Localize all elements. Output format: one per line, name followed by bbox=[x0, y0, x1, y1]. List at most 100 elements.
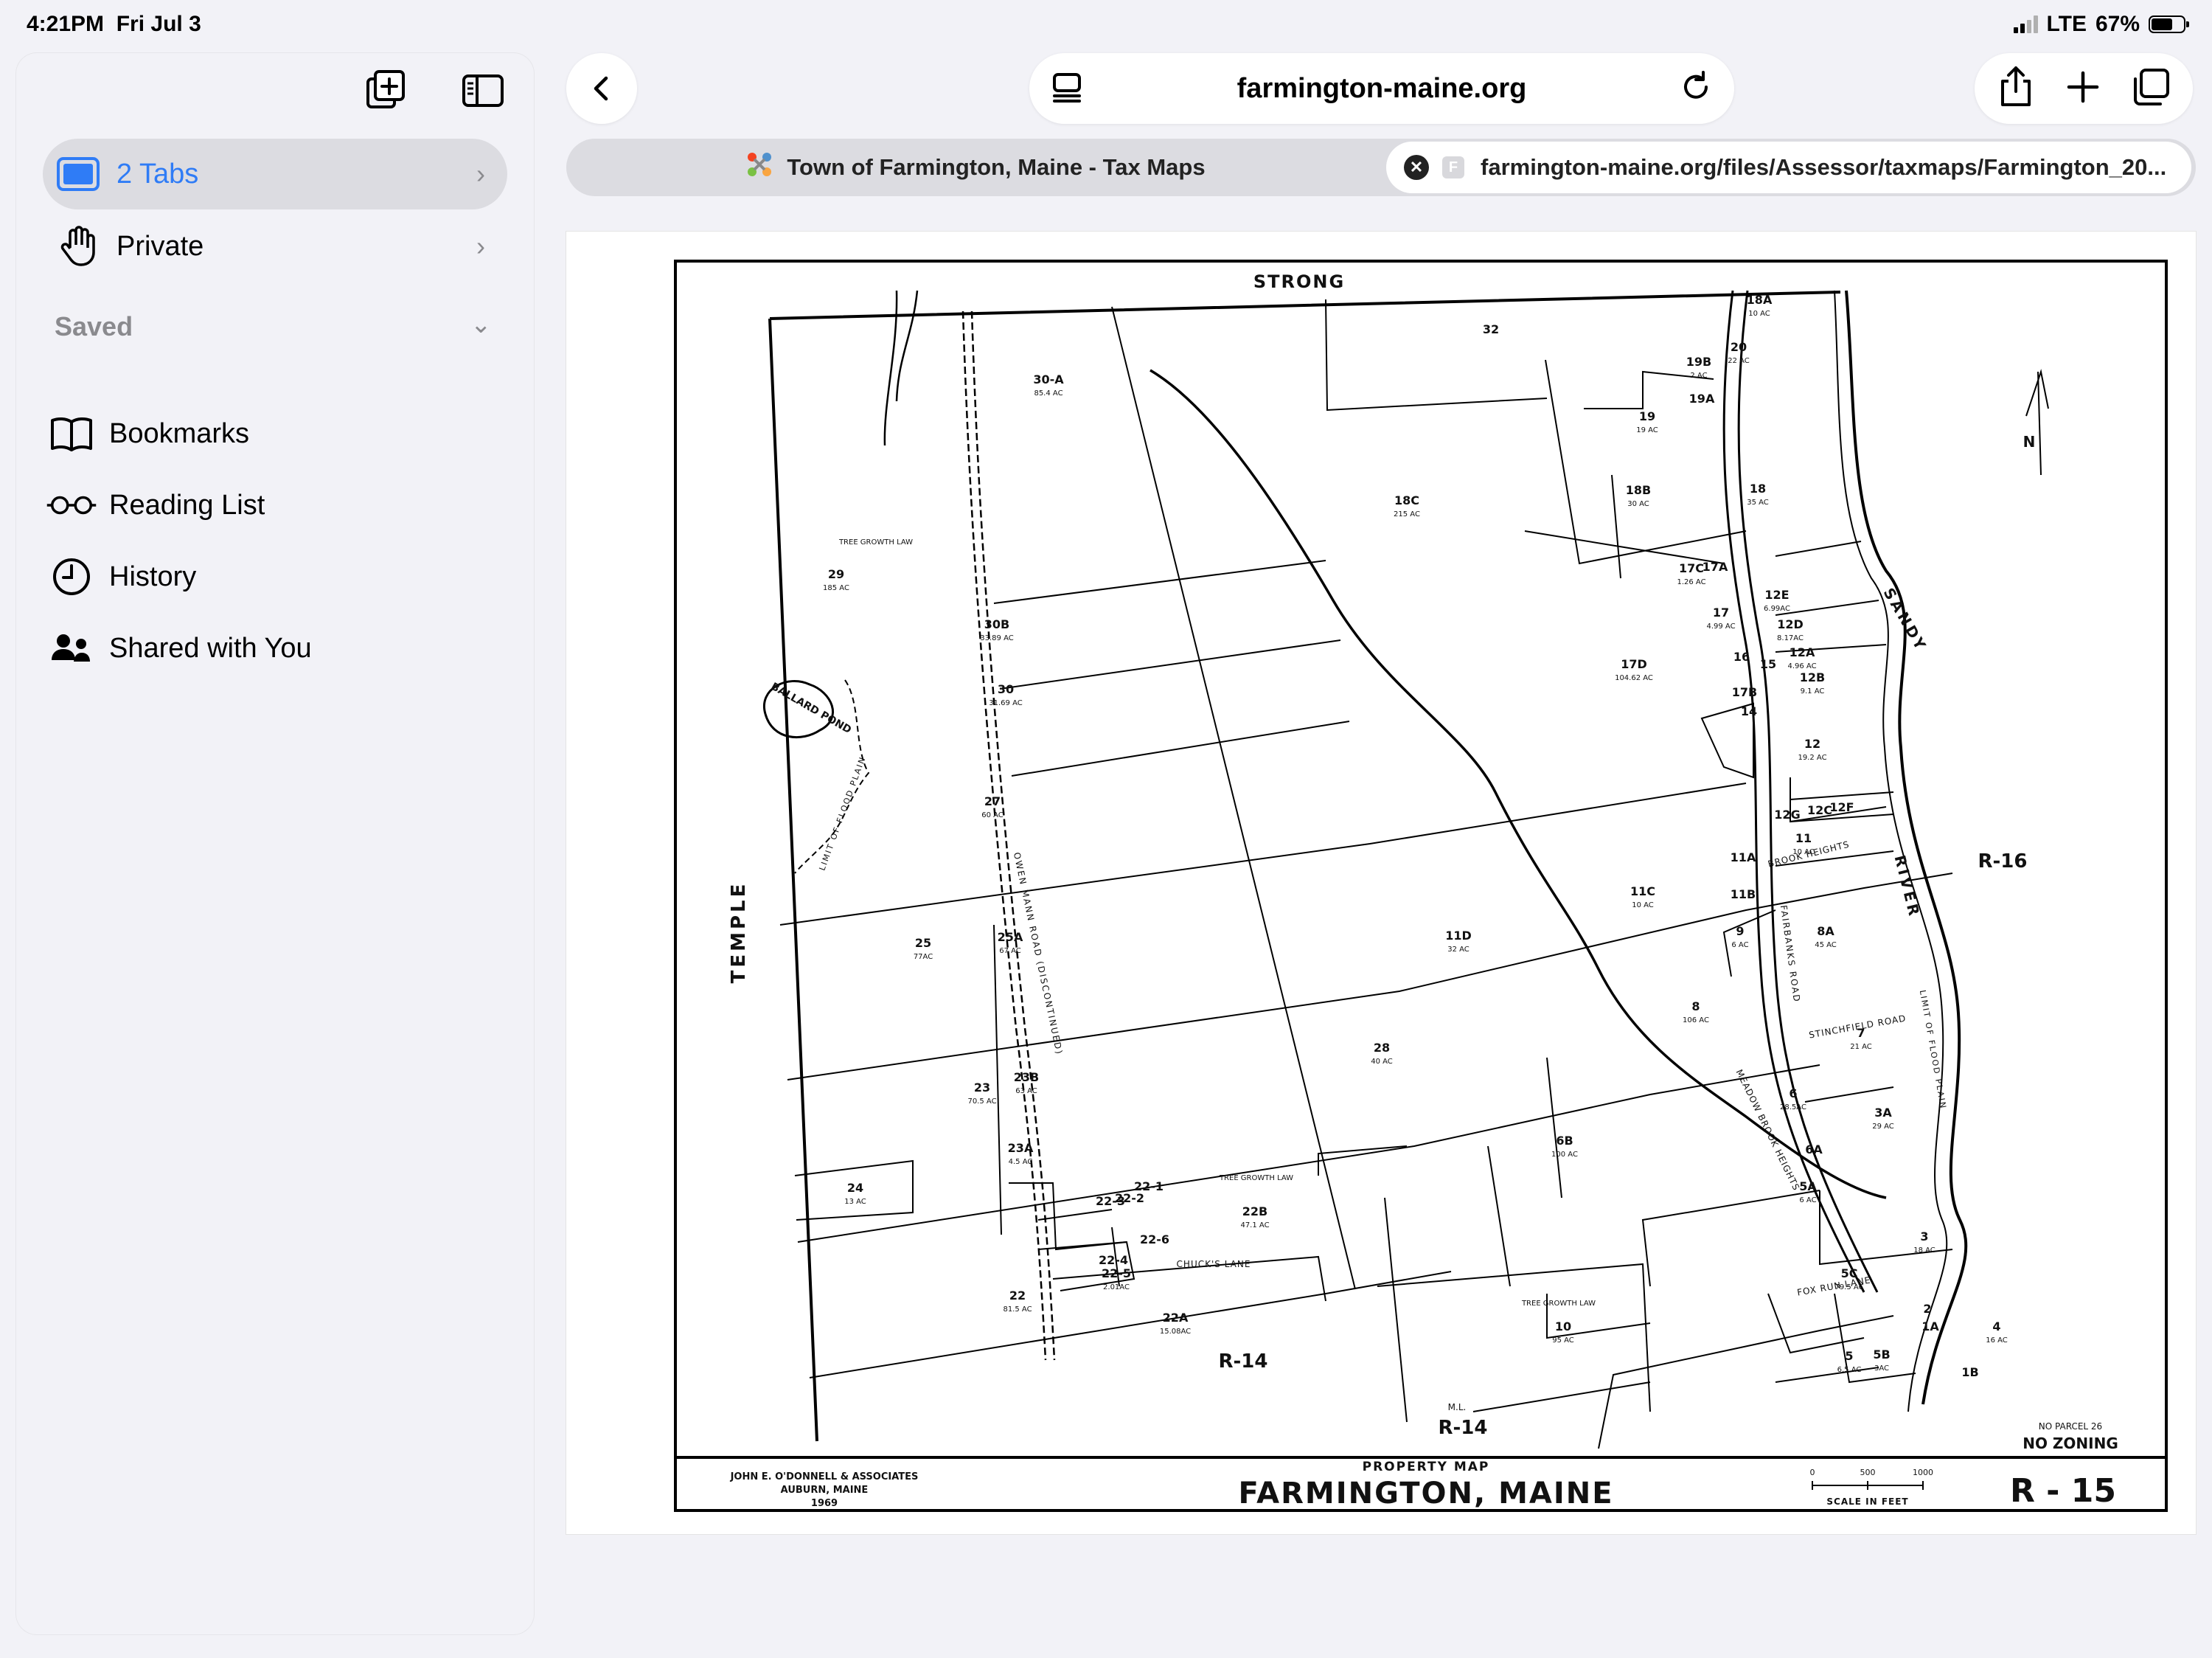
no-parcel-note: NO PARCEL 26 bbox=[2039, 1421, 2102, 1432]
border-label-strong: STRONG bbox=[1253, 271, 1345, 292]
new-tab-icon[interactable] bbox=[2065, 69, 2101, 109]
sidebar-item-tabs[interactable]: 2 Tabs › bbox=[43, 139, 507, 209]
parcel-id: 23 bbox=[974, 1081, 990, 1095]
parcel-area: 8.17AC bbox=[1777, 634, 1804, 642]
chucks-lane-label: CHUCK'S LANE bbox=[1177, 1259, 1251, 1269]
parcel-id: 1B bbox=[1961, 1365, 1978, 1379]
parcel: 3A 29 AC bbox=[1872, 1106, 1894, 1131]
sidebar-item-reading-list[interactable]: Reading List bbox=[46, 476, 265, 535]
address-bar[interactable]: farmington-maine.org bbox=[1029, 53, 1734, 124]
border-label-temple: TEMPLE bbox=[728, 881, 750, 984]
parcel: 25 77AC bbox=[914, 936, 933, 961]
parcel-area: 70.5 AC bbox=[967, 1097, 996, 1106]
parcel: 12F bbox=[1829, 800, 1854, 814]
parcel: 16 bbox=[1733, 650, 1750, 664]
parcel-id: 23A bbox=[1008, 1141, 1034, 1155]
parcel-id: 30 bbox=[998, 682, 1014, 696]
chevron-down-icon[interactable]: ⌄ bbox=[470, 310, 492, 339]
sidebar-item-label: History bbox=[109, 561, 197, 592]
river-label-river: RIVER bbox=[1891, 853, 1924, 920]
parcel-id: 8 bbox=[1691, 999, 1700, 1013]
parcel-id: 11B bbox=[1731, 887, 1756, 901]
url-text: farmington-maine.org bbox=[1237, 72, 1527, 104]
parcel-area: 3AC bbox=[1874, 1364, 1889, 1373]
back-button[interactable] bbox=[566, 53, 637, 124]
saved-section-header[interactable]: Saved bbox=[55, 311, 133, 342]
tab-sidebar: 2 Tabs › Private › Saved ⌄ Bookmarks Rea… bbox=[16, 53, 534, 1634]
parcel-id: 15 bbox=[1760, 657, 1776, 671]
parcel-area: 31.69 AC bbox=[989, 699, 1022, 707]
sidebar-toggle-icon[interactable] bbox=[457, 65, 509, 117]
parcel-id: 29 bbox=[828, 567, 844, 581]
new-tab-group-icon[interactable] bbox=[360, 65, 411, 117]
tab-overview-icon[interactable] bbox=[2131, 67, 2171, 111]
parcel-area: 2.01AC bbox=[1103, 1283, 1130, 1291]
parcel: 28 40 AC bbox=[1371, 1041, 1393, 1066]
parcel: 18A 10 AC bbox=[1747, 293, 1773, 318]
owen-mann-road bbox=[961, 311, 1047, 1361]
battery-icon bbox=[2149, 15, 2189, 33]
parcel-id: 5 bbox=[1845, 1349, 1853, 1363]
parcel-area: 6.5 AC bbox=[1837, 1366, 1862, 1374]
sidebar-item-bookmarks[interactable]: Bookmarks bbox=[46, 404, 249, 463]
parcel-area: 104.62 AC bbox=[1615, 674, 1653, 682]
parcel: 18 35 AC bbox=[1747, 482, 1769, 507]
parcel: 23A 4.5 AC bbox=[1008, 1141, 1034, 1166]
parcel: 1B bbox=[1961, 1365, 1978, 1379]
parcel-id: 18B bbox=[1626, 483, 1651, 497]
tab-tax-map-pdf[interactable]: ✕ F farmington-maine.org/files/Assessor/… bbox=[1386, 142, 2191, 193]
parcel-id: 2 bbox=[1923, 1302, 1931, 1316]
share-icon[interactable] bbox=[1997, 65, 2035, 113]
chevron-left-icon bbox=[594, 76, 608, 101]
parcel-id: 12C bbox=[1807, 803, 1832, 817]
sidebar-item-label: Shared with You bbox=[109, 632, 312, 664]
parcel-id: 22-5 bbox=[1102, 1266, 1131, 1280]
parcel-id: 28 bbox=[1374, 1041, 1390, 1055]
parcel-area: 63 AC bbox=[1015, 1087, 1037, 1095]
parcel-area: 35 AC bbox=[1747, 499, 1769, 507]
parcel-id: 6A bbox=[1805, 1142, 1823, 1156]
parcel: 2 bbox=[1923, 1302, 1931, 1316]
parcel-id: 12B bbox=[1800, 670, 1825, 684]
reload-icon[interactable] bbox=[1678, 69, 1715, 110]
flood-plain-label: LIMIT OF FLOOD PLAIN bbox=[818, 755, 868, 872]
status-indicators: LTE 67% bbox=[2013, 12, 2189, 37]
map-number: R - 15 bbox=[2010, 1472, 2116, 1510]
parcel-id: 11 bbox=[1795, 831, 1812, 845]
parcel-id: 17A bbox=[1703, 560, 1728, 574]
parcel: 17D 104.62 AC bbox=[1615, 657, 1653, 682]
parcel-id: 5C bbox=[1841, 1266, 1858, 1280]
tab-tax-maps[interactable]: Town of Farmington, Maine - Tax Maps bbox=[566, 139, 1385, 196]
parcel-id: 27 bbox=[984, 794, 1001, 808]
parcel-id: 6B bbox=[1556, 1134, 1573, 1148]
parcel: 11C 10 AC bbox=[1630, 884, 1655, 909]
sidebar-item-shared-with-you[interactable]: Shared with You bbox=[46, 619, 312, 678]
chevron-right-icon: › bbox=[476, 159, 485, 189]
parcel-area: 77AC bbox=[914, 953, 933, 961]
parcel-area: 106 AC bbox=[1683, 1016, 1709, 1024]
parcel-area: 13 AC bbox=[844, 1198, 866, 1206]
parcel-id: 23B bbox=[1014, 1070, 1039, 1084]
page-menu-icon[interactable] bbox=[1048, 69, 1085, 110]
parcel: 12E 6.99AC bbox=[1764, 588, 1790, 613]
parcel-id: 17 bbox=[1713, 606, 1729, 620]
parcel: 22-3 bbox=[1096, 1194, 1125, 1208]
parcel: 23 70.5 AC bbox=[967, 1081, 996, 1106]
parcel-id: 22 bbox=[1009, 1288, 1026, 1303]
no-zoning-note: NO ZONING bbox=[2023, 1435, 2118, 1452]
close-tab-icon[interactable]: ✕ bbox=[1404, 155, 1429, 180]
sidebar-item-label: Bookmarks bbox=[109, 417, 250, 449]
parcel-area: 10 AC bbox=[1632, 901, 1654, 909]
tree-growth-label: TREE GROWTH LAW bbox=[838, 538, 913, 547]
clock-icon bbox=[46, 557, 97, 597]
parcel-area: 19.2 AC bbox=[1798, 754, 1826, 762]
parcel-id: 30B bbox=[984, 617, 1009, 631]
parcel-id: 18C bbox=[1394, 493, 1419, 507]
status-time: 4:21PM Fri Jul 3 bbox=[27, 12, 201, 36]
sidebar-item-history[interactable]: History bbox=[46, 547, 196, 606]
parcel: 18B 30 AC bbox=[1626, 483, 1651, 508]
sidebar-item-private[interactable]: Private › bbox=[43, 211, 507, 282]
parcel: 3 18 AC bbox=[1913, 1229, 1935, 1255]
fairbanks-road-label: FAIRBANKS ROAD bbox=[1778, 904, 1802, 1003]
parcel-area: 40 AC bbox=[1371, 1058, 1393, 1066]
